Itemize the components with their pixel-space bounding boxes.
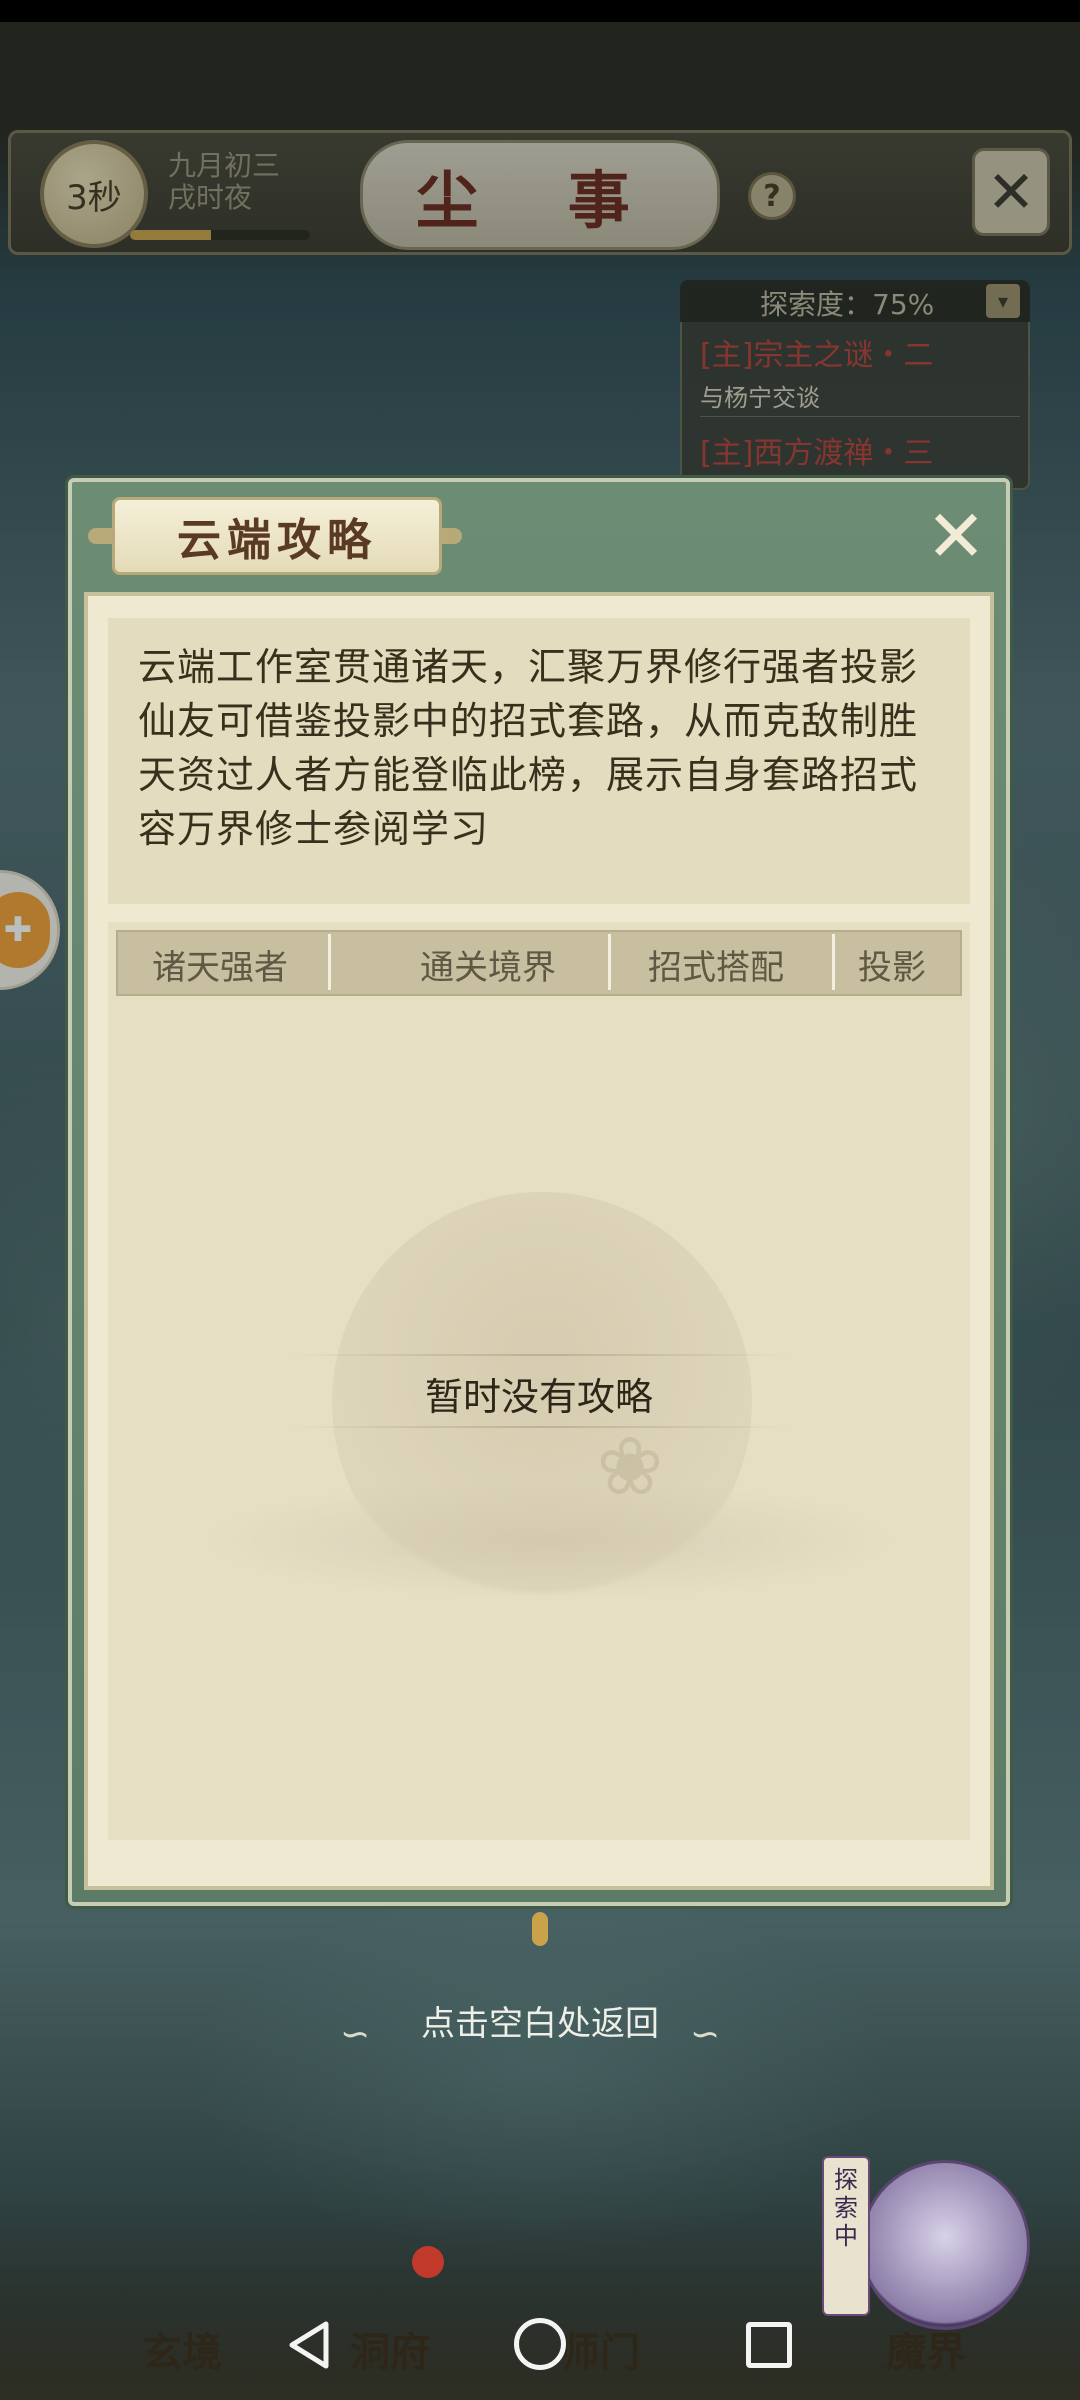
tap-to-return-hint[interactable]: 点击空白处返回 [0,1996,1080,2045]
back-icon[interactable] [286,2320,332,2370]
description-line: 容万界修士参阅学习 [138,807,490,851]
dialog-pin-ornament [532,1912,548,1946]
dialog-title: 云端攻略 [112,497,442,575]
description-line: 仙友可借鉴投影中的招式套路，从而克敌制胜 [138,699,919,743]
home-icon[interactable] [514,2318,566,2370]
column-header-projection: 投影 [858,948,926,988]
column-header-realm: 通关境界 [420,948,556,988]
close-icon: ✕ [925,494,987,578]
recent-apps-icon[interactable] [746,2322,792,2368]
empty-divider-bottom [290,1426,790,1428]
column-divider [608,934,611,990]
description-line: 云端工作室贯通诸天，汇聚万界修行强者投影 [138,645,919,689]
empty-state-text: 暂时没有攻略 [424,1375,653,1419]
column-divider [832,934,835,990]
column-header-player: 诸天强者 [152,948,288,988]
description-line: 天资过人者方能登临此榜，展示自身套路招式 [138,753,919,797]
status-bar [0,0,1080,22]
dialog-close-button[interactable]: ✕ [920,500,992,572]
cloud-ornament-icon: ∽ [690,2014,721,2055]
column-header-skills: 招式搭配 [648,948,784,988]
column-divider [328,934,331,990]
lotus-icon: ❀ [596,1420,664,1513]
empty-divider-top [290,1354,790,1356]
notification-badge [412,2246,444,2278]
